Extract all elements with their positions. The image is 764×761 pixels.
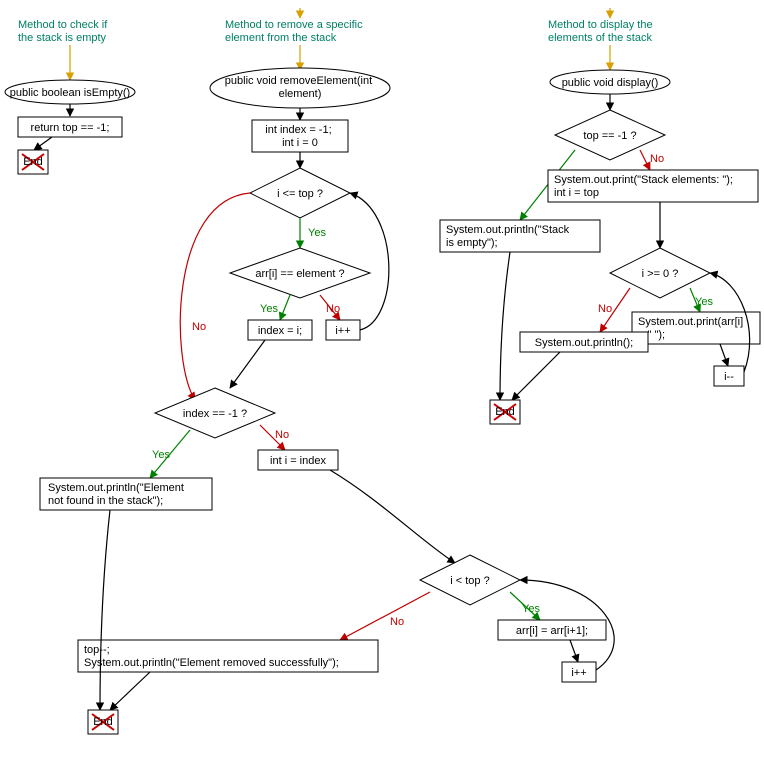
svg-text:int i = index: int i = index	[270, 455, 326, 467]
svg-text:No: No	[598, 303, 612, 315]
svg-text:i--: i--	[724, 371, 734, 383]
end-isempty: End	[18, 150, 48, 174]
svg-text:arr[i] = arr[i+1];: arr[i] = arr[i+1];	[516, 625, 588, 637]
end-removeelement: End	[88, 710, 118, 734]
svg-text:Yes: Yes	[308, 227, 326, 239]
svg-text:End: End	[495, 406, 515, 418]
flowchart-diagram: Method to check if the stack is empty pu…	[0, 0, 764, 761]
svg-text:i < top ?: i < top ?	[450, 575, 489, 587]
svg-text:End: End	[23, 156, 43, 168]
flowchart-isempty: Method to check if the stack is empty pu…	[5, 19, 135, 174]
svg-text:System.out.println();: System.out.println();	[535, 337, 633, 349]
svg-text:index == -1 ?: index == -1 ?	[183, 408, 247, 420]
start-isempty-label: public boolean isEmpty()	[10, 87, 130, 99]
svg-text:Yes: Yes	[695, 296, 713, 308]
end-display: End	[490, 400, 520, 424]
svg-text:No: No	[326, 303, 340, 315]
svg-text:i++: i++	[335, 325, 350, 337]
svg-text:public void display(): public void display()	[562, 77, 659, 89]
svg-text:End: End	[93, 716, 113, 728]
comment-remove: Method to remove a specific element from…	[225, 19, 366, 44]
svg-text:Yes: Yes	[260, 303, 278, 315]
svg-text:return top == -1;: return top == -1;	[31, 122, 110, 134]
svg-text:top == -1 ?: top == -1 ?	[583, 130, 636, 142]
svg-text:No: No	[390, 616, 404, 628]
svg-text:No: No	[275, 429, 289, 441]
flowchart-removeelement: Method to remove a specific element from…	[40, 8, 614, 734]
svg-text:i++: i++	[571, 667, 586, 679]
svg-text:index = i;: index = i;	[258, 325, 302, 337]
svg-text:i >= 0 ?: i >= 0 ?	[642, 268, 679, 280]
svg-text:Yes: Yes	[152, 449, 170, 461]
svg-text:arr[i] == element ?: arr[i] == element ?	[255, 268, 344, 280]
flowchart-display: Method to display the elements of the st…	[440, 8, 760, 424]
svg-text:No: No	[192, 321, 206, 333]
comment-isempty: Method to check if the stack is empty	[18, 19, 110, 44]
svg-text:i <= top ?: i <= top ?	[277, 188, 323, 200]
svg-text:Yes: Yes	[522, 603, 540, 615]
svg-text:No: No	[650, 153, 664, 165]
comment-display: Method to display the elements of the st…	[548, 19, 656, 44]
